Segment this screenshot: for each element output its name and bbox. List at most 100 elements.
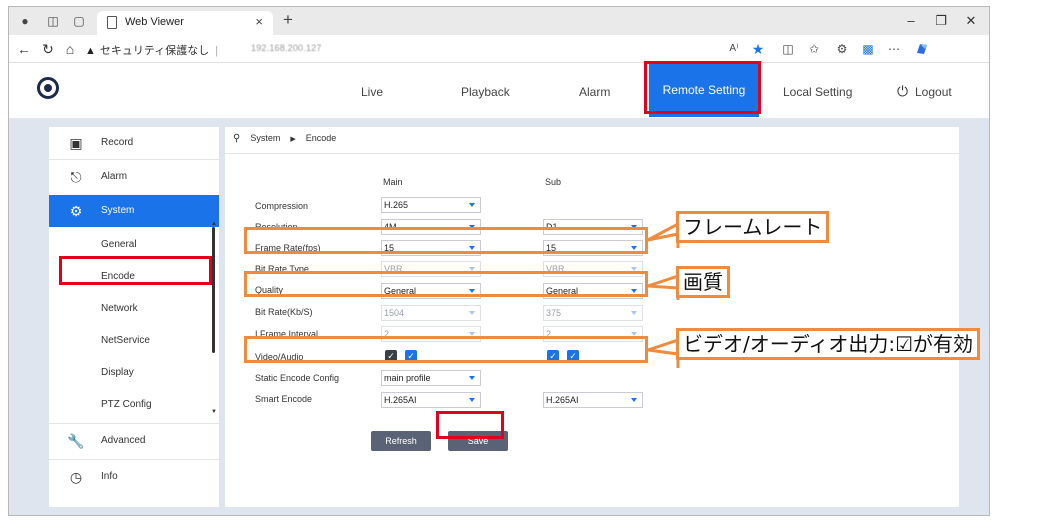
wrench-icon: 🔧 [67,433,85,449]
favorites-icon[interactable]: ✩ [805,41,823,57]
tab-close-button[interactable]: × [255,14,263,29]
select-value: 375 [546,308,562,318]
bit-rate-main-select[interactable]: 1504 [381,305,481,321]
static-encode-config-label: Static Encode Config [255,373,340,383]
breadcrumb: ⚲ System ▶ Encode [233,133,336,149]
sidebar-item-network[interactable]: Network [49,293,211,325]
tab-actions-icon[interactable]: ▢ [71,13,87,29]
url-input[interactable]: 192.168.200.127 [251,43,322,53]
sidebar-item-display[interactable]: Display [49,357,211,389]
video-audio-label: Video/Audio [255,352,304,362]
bit-rate-type-main-select[interactable]: VBR [381,261,481,277]
sidebar-label: Info [101,471,118,482]
select-value: H.265AI [384,395,417,405]
warning-icon: ▲ [85,45,96,57]
minimize-button[interactable]: – [897,11,925,31]
static-encode-config-select[interactable]: main profile [381,370,481,386]
quality-main-select[interactable]: General [381,283,481,299]
favorite-star-icon[interactable]: ★ [749,41,767,57]
nav-live[interactable]: Live [361,85,383,99]
chevron-down-icon [469,332,475,336]
collections-icon[interactable]: ▩ [859,41,877,57]
select-value: General [384,286,417,296]
sidebar-item-general[interactable]: General [49,229,211,261]
select-value: 2 [384,329,390,339]
callout-frame-rate: フレームレート [676,211,830,243]
chevron-down-icon [631,267,637,271]
sidebar-item-ptz-config[interactable]: PTZ Config [49,389,211,421]
gear-icon: ⚙ [69,203,83,219]
chevron-down-icon [469,267,475,271]
breadcrumb-current: Encode [305,133,337,143]
sidebar-label: Network [101,303,138,314]
chevron-down-icon [469,225,475,229]
i-frame-interval-sub-select[interactable]: 2 [543,326,643,342]
security-warning[interactable]: ▲ セキュリティ保護なし | [85,42,218,58]
sub-video-checkbox[interactable]: ✓ [547,350,559,362]
i-frame-interval-main-select[interactable]: 2 [381,326,481,342]
split-screen-icon[interactable]: ◫ [779,41,797,57]
nav-logout[interactable]: Logout [915,85,952,99]
main-audio-checkbox[interactable]: ✓ [405,350,417,362]
sidebar-label: Advanced [101,435,146,446]
tab-strip: ● ◫ ▢ Web Viewer × + – ❐ ✕ [9,7,989,35]
nav-alarm[interactable]: Alarm [579,85,610,99]
frame-rate-sub-select[interactable]: 15 [543,240,643,256]
main-video-checkbox[interactable]: ✓ [385,350,397,362]
select-value: H.265 [384,200,409,210]
workspaces-icon[interactable]: ◫ [45,13,61,29]
divider [225,153,959,154]
bit-rate-sub-select[interactable]: 375 [543,305,643,321]
nav-local-setting[interactable]: Local Setting [783,85,852,99]
sidebar-item-alarm[interactable]: ⎋ Alarm [49,161,219,193]
select-value: 15 [546,243,557,253]
smart-encode-main-select[interactable]: H.265AI [381,392,481,408]
scroll-down-icon[interactable]: ▼ [211,409,217,415]
smart-encode-sub-select[interactable]: H.265AI [543,392,643,408]
location-pin-icon: ⚲ [233,133,241,144]
select-value: General [546,286,579,296]
nav-remote-setting[interactable]: Remote Setting [649,63,759,117]
sidebar-scrollbar[interactable] [212,227,215,353]
callout-quality: 画質 [676,266,730,298]
tab-web-viewer[interactable]: Web Viewer × [97,11,273,35]
app-logo [37,77,59,99]
resolution-main-select[interactable]: 4M [381,219,481,235]
home-icon[interactable]: ⌂ [61,41,79,57]
breadcrumb-root[interactable]: System [250,133,280,143]
sidebar-label: Display [101,367,134,378]
new-tab-button[interactable]: + [283,10,293,30]
sub-audio-checkbox[interactable]: ✓ [567,350,579,362]
sidebar-item-advanced[interactable]: 🔧 Advanced [49,425,219,457]
sidebar-item-info[interactable]: ◷ Info [49,461,219,493]
copilot-icon[interactable] [913,41,931,57]
back-icon[interactable]: ← [15,41,33,57]
compression-main-select[interactable]: H.265 [381,197,481,213]
select-value: 15 [384,243,395,253]
callout-pointer [647,332,680,368]
extensions-icon[interactable]: ⚙ [833,41,851,57]
sidebar-label: Encode [101,271,135,282]
read-aloud-icon[interactable]: A⁾ [725,41,743,57]
sidebar-item-netservice[interactable]: NetService [49,325,211,357]
close-window-button[interactable]: ✕ [957,11,985,31]
divider [49,423,219,424]
bit-rate-type-sub-select[interactable]: VBR [543,261,643,277]
nav-playback[interactable]: Playback [461,85,510,99]
resolution-sub-select[interactable]: D1 [543,219,643,235]
restore-button[interactable]: ❐ [927,11,955,31]
sidebar-item-encode[interactable]: Encode [49,261,211,293]
chevron-down-icon [469,289,475,293]
quality-sub-select[interactable]: General [543,283,643,299]
callout-pointer [647,268,680,300]
frame-rate-main-select[interactable]: 15 [381,240,481,256]
sidebar-item-record[interactable]: ▣ Record [49,127,219,159]
power-icon[interactable]: ⏻ [897,83,908,100]
more-icon[interactable]: ⋯ [885,41,903,57]
profile-icon[interactable]: ● [17,13,33,29]
sidebar-label: NetService [101,335,150,346]
refresh-button[interactable]: Refresh [371,431,431,451]
save-button[interactable]: Save [448,431,508,451]
refresh-icon[interactable]: ↻ [39,41,57,57]
sidebar-item-system[interactable]: ⚙ System [49,195,219,227]
